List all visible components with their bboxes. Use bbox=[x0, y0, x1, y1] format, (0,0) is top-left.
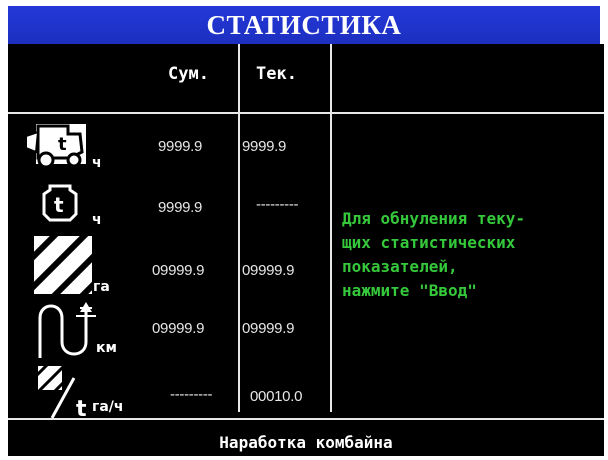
sum-value: --------- bbox=[170, 386, 213, 403]
footer-status: Наработка комбайна bbox=[219, 433, 393, 452]
current-value: 9999.9 bbox=[242, 138, 287, 155]
unit-label: ч bbox=[92, 155, 102, 171]
sum-value: 9999.9 bbox=[158, 138, 203, 155]
svg-text:t: t bbox=[58, 134, 67, 155]
statistics-screen: СТАТИСТИКА Сум. Тек. t ч 9999.9 9999.9 t… bbox=[0, 0, 608, 460]
unit-label: ч bbox=[92, 212, 102, 228]
sum-value: 09999.9 bbox=[152, 262, 205, 279]
productivity-area-per-hour-icon: t bbox=[34, 364, 94, 422]
header-divider-line bbox=[8, 112, 604, 114]
column-header-sum: Сум. bbox=[168, 64, 209, 84]
column-divider-right bbox=[330, 44, 332, 412]
page-title: СТАТИСТИКА bbox=[8, 6, 600, 44]
footer-divider-line bbox=[8, 418, 604, 420]
sum-value: 9999.9 bbox=[158, 199, 203, 216]
unit-label: га/ч bbox=[92, 399, 124, 415]
current-value: 09999.9 bbox=[242, 320, 295, 337]
sum-value: 09999.9 bbox=[152, 320, 205, 337]
reset-instruction-message: Для обнуления теку- щих статистических п… bbox=[342, 209, 526, 300]
svg-text:t: t bbox=[54, 193, 64, 217]
unit-label: га bbox=[93, 279, 110, 295]
current-value: 09999.9 bbox=[242, 262, 295, 279]
current-value: 00010.0 bbox=[250, 388, 303, 405]
area-hatch-icon bbox=[34, 236, 92, 294]
svg-text:t: t bbox=[76, 397, 87, 420]
column-header-current: Тек. bbox=[256, 64, 297, 84]
current-value: --------- bbox=[256, 196, 299, 213]
combine-hours-icon: t bbox=[24, 122, 90, 170]
distance-road-icon bbox=[36, 300, 96, 360]
column-divider-left bbox=[238, 44, 240, 412]
unit-label: км bbox=[96, 340, 117, 356]
engine-hours-icon: t bbox=[36, 180, 88, 228]
